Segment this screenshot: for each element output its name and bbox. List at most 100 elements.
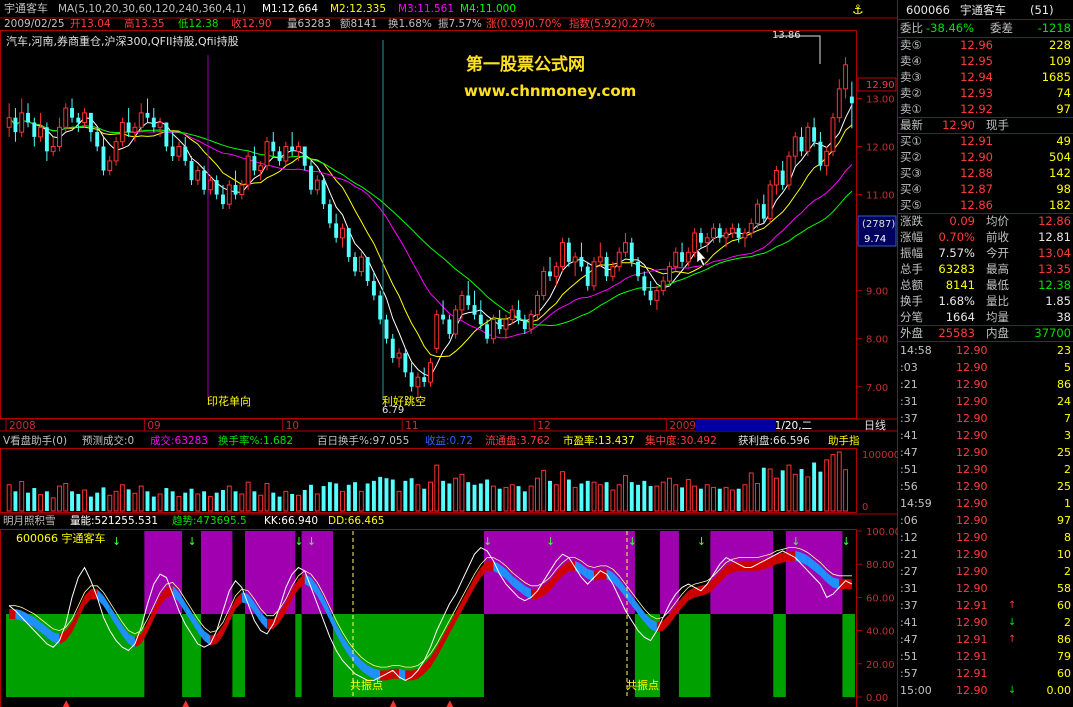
date-label: 10 [286, 420, 299, 432]
header-high: 高13.35 [124, 17, 165, 30]
candle-body [321, 180, 326, 205]
tick-qty: 2 [1064, 565, 1071, 578]
stat-label: 量比 [986, 294, 1009, 308]
volume-bar [818, 471, 823, 511]
volume-bar [736, 488, 741, 511]
period-label[interactable]: 日线 [864, 418, 886, 432]
volume-bar [478, 483, 483, 511]
candle-body [176, 146, 182, 157]
candle-body [805, 126, 811, 152]
candle-body [371, 281, 376, 296]
volume-bar [579, 483, 584, 511]
volume-bar [428, 481, 433, 512]
volume-bar [396, 490, 402, 512]
tick-time: :37 [900, 599, 918, 612]
candle-body [258, 165, 264, 172]
candle-body [566, 242, 571, 262]
candle-body [88, 112, 93, 133]
stat-value: 13.04 [1038, 246, 1071, 260]
candle-body [195, 170, 201, 181]
volume-bar [309, 484, 313, 511]
level-price: 12.96 [960, 38, 993, 52]
volume-bar [509, 484, 515, 512]
tick-qty: 60 [1057, 599, 1071, 612]
volume-bar [302, 490, 307, 511]
cursor-value-box: (2787) 9.74 [857, 215, 897, 247]
tick-time: :51 [900, 650, 918, 663]
level-label: 卖② [900, 86, 922, 100]
anchor-icon[interactable]: ⚓ [852, 3, 864, 18]
tick-price: 12.90 [956, 684, 988, 697]
volume-bar [226, 485, 232, 512]
volume-bar [673, 484, 679, 512]
candle-body [13, 117, 18, 133]
tick-row: :31 12.90 24 [898, 395, 1073, 409]
candle-body [415, 376, 421, 388]
volume-bar [616, 484, 622, 512]
vol-f2: 成交:63283 [150, 434, 208, 447]
tick-price: 12.90 [956, 344, 988, 357]
volume-bar [522, 491, 527, 511]
order-level: 卖④ 12.95 109 [898, 53, 1073, 69]
stat-row: 振幅 7.57% 今开 13.04 [898, 245, 1073, 261]
volume-bar [44, 491, 49, 511]
tick-direction-icon: ↑ [1008, 600, 1017, 611]
candle-body [302, 146, 307, 166]
tick-row: :27 12.90 2 [898, 565, 1073, 579]
volume-bar [113, 490, 119, 512]
volume-bar [441, 480, 446, 511]
quote-suffix: (51) [1030, 3, 1054, 17]
tick-time: :31 [900, 395, 918, 408]
candle-body [214, 180, 219, 195]
stat-row: 总额 8141 最低 12.38 [898, 277, 1073, 293]
candle-body [226, 184, 232, 205]
volume-bar [528, 485, 534, 512]
volume-bar [202, 491, 207, 511]
volume-bar [786, 464, 792, 512]
volume-bar [812, 462, 817, 511]
vol-f1: 预测成交:0 [82, 434, 134, 447]
stat-value: 7.57% [938, 246, 975, 260]
tick-qty: 7 [1064, 412, 1071, 425]
tick-time: :56 [900, 480, 918, 493]
volume-bar [233, 491, 238, 511]
tick-direction-icon: ↓ [1008, 617, 1017, 628]
candle-body [824, 150, 830, 167]
volume-bar [327, 482, 332, 511]
level-price: 12.86 [960, 198, 993, 212]
outer-inner-row: 外盘 25583 内盘 37700 [898, 325, 1073, 341]
volume-bar [384, 478, 389, 511]
candle-body [742, 232, 748, 239]
volume-bar [660, 481, 666, 512]
level-price: 12.91 [960, 134, 993, 148]
ind-title[interactable]: 明月照积雪 [3, 515, 56, 527]
candle-body [636, 261, 640, 277]
candle-body [755, 203, 760, 224]
signal-arrow-icon: ▲ [446, 699, 453, 707]
candle-body [252, 156, 257, 171]
volume-bar [459, 473, 465, 512]
tick-row: :56 12.90 25 [898, 480, 1073, 494]
stat-value: 1.85 [1045, 294, 1071, 308]
high-price-label: 13.86 [772, 30, 801, 41]
tick-direction-icon: ↓ [1008, 685, 1017, 696]
volume-bar [321, 486, 326, 511]
volume-bar [101, 487, 106, 511]
candle-body [642, 276, 647, 291]
candle-body [95, 132, 100, 147]
vol-title[interactable]: V看盘助手(0) [3, 434, 67, 447]
volume-bar [466, 482, 471, 511]
trend-band [266, 618, 274, 629]
header-m4: M4:11.000 [460, 3, 516, 15]
candle-body [729, 227, 735, 234]
volume-bar [38, 494, 44, 512]
candle-body [271, 141, 276, 152]
volume-bar [742, 484, 748, 512]
tick-row: :37 12.91 ↑ 60 [898, 599, 1073, 613]
signal-arrow-icon: ▲ [390, 699, 397, 707]
tick-price: 12.90 [956, 565, 988, 578]
volume-bar [88, 496, 93, 511]
trend-band [15, 609, 22, 621]
stat-row: 涨幅 0.70% 前收 12.81 [898, 229, 1073, 245]
outer-label: 外盘 [900, 326, 923, 340]
